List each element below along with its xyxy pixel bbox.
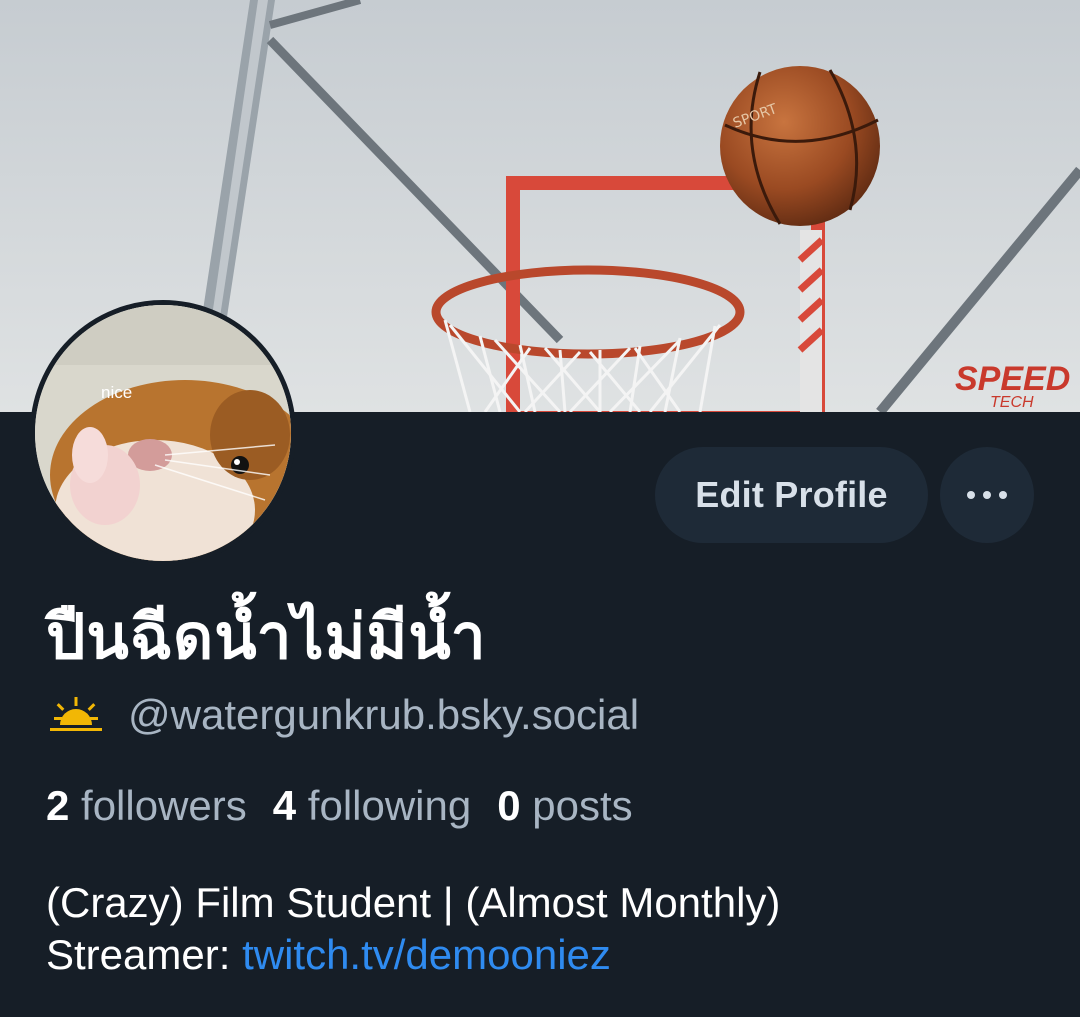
posts-stat: 0 posts	[497, 782, 632, 829]
followers-count: 2	[46, 782, 70, 829]
following-count: 4	[272, 782, 297, 829]
svg-text:TECH: TECH	[990, 394, 1034, 411]
more-horizontal-icon	[967, 491, 975, 499]
profile-stats: 2 followers 4 following 0 posts	[46, 782, 633, 830]
twitch-link[interactable]: twitch.tv/demooniez	[242, 931, 611, 978]
following-link[interactable]: 4 following	[273, 782, 471, 829]
bio-line-2: Streamer: twitch.tv/demooniez	[46, 929, 1046, 981]
profile-bio: (Crazy) Film Student | (Almost Monthly) …	[46, 877, 1046, 981]
following-label: following	[307, 782, 472, 829]
avatar-caption: nice	[101, 383, 133, 402]
more-options-button[interactable]	[940, 447, 1034, 543]
user-handle: @watergunkrub.bsky.social	[128, 691, 640, 738]
handle-row: @watergunkrub.bsky.social	[46, 690, 639, 740]
posts-count: 0	[497, 782, 521, 829]
bio-streamer-prefix: Streamer:	[46, 931, 243, 978]
avatar[interactable]: nice	[30, 300, 296, 566]
posts-label: posts	[532, 782, 633, 829]
bio-line-1: (Crazy) Film Student | (Almost Monthly)	[46, 879, 781, 926]
edit-profile-button[interactable]: Edit Profile	[655, 447, 928, 543]
svg-text:SPEED: SPEED	[955, 360, 1070, 398]
sunrise-icon	[50, 697, 102, 731]
hamster-image	[35, 305, 291, 561]
followers-link[interactable]: 2 followers	[46, 782, 247, 829]
display-name: ปืนฉีดน้ำไม่มีน้ำ	[46, 600, 487, 673]
followers-label: followers	[81, 782, 247, 829]
